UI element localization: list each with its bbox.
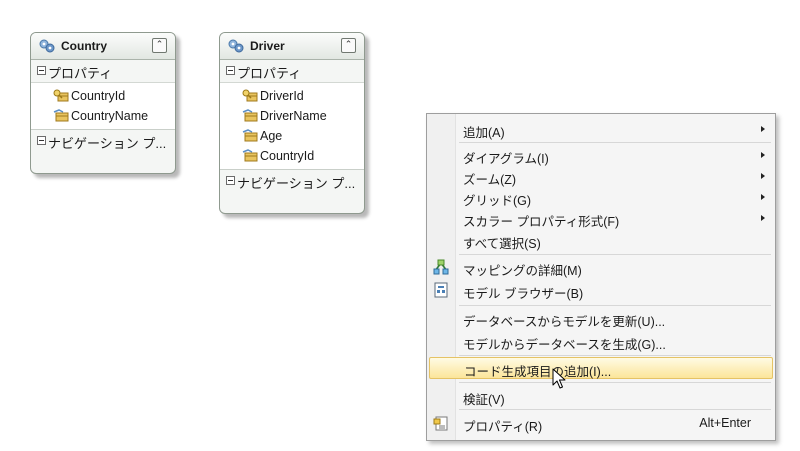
property-icon (242, 129, 258, 142)
menu-separator (459, 409, 771, 410)
properties-section-header[interactable]: プロパティ (31, 60, 175, 82)
menu-item-mapping-details[interactable]: マッピングの詳細(M) (429, 256, 773, 278)
properties-section-header[interactable]: プロパティ (220, 60, 364, 82)
entity-type-icon (39, 39, 55, 53)
shortcut-label: Alt+Enter (699, 416, 751, 430)
entity-property[interactable]: Age (220, 126, 364, 146)
context-menu: 追加(A) ダイアグラム(I) ズーム(Z) グリッド(G) スカラー プロパテ… (426, 113, 776, 441)
submenu-arrow-icon (761, 126, 765, 132)
menu-item-select-all[interactable]: すべて選択(S) (429, 229, 773, 251)
menu-item-update-model-from-database[interactable]: データベースからモデルを更新(U)... (429, 307, 773, 329)
entity-header[interactable]: Driver ⌃ (220, 33, 364, 60)
menu-separator (459, 382, 771, 383)
collapse-minus-icon[interactable] (226, 176, 235, 185)
navigation-section-header[interactable]: ナビゲーション プ... (31, 130, 175, 154)
submenu-arrow-icon (761, 152, 765, 158)
entity-title: Country (61, 39, 107, 53)
entity-property[interactable]: DriverName (220, 106, 364, 126)
submenu-arrow-icon (761, 173, 765, 179)
menu-separator (459, 142, 771, 143)
menu-separator (459, 355, 771, 356)
menu-separator (459, 254, 771, 255)
entity-title: Driver (250, 39, 285, 53)
menu-separator (459, 305, 771, 306)
key-property-icon (242, 89, 258, 102)
collapse-icon[interactable]: ⌃ (341, 38, 356, 53)
collapse-minus-icon[interactable] (226, 66, 235, 75)
menu-item-add-code-generation-item[interactable]: コード生成項目の追加(I)... (429, 357, 773, 379)
submenu-arrow-icon (761, 194, 765, 200)
entity-property[interactable]: CountryId (31, 86, 175, 106)
properties-icon (433, 416, 448, 431)
collapse-minus-icon[interactable] (37, 136, 46, 145)
mouse-pointer-icon (552, 368, 566, 389)
entity-property[interactable]: CountryName (31, 106, 175, 126)
menu-item-diagram[interactable]: ダイアグラム(I) (429, 144, 773, 166)
entity-country[interactable]: Country ⌃ プロパティ CountryId CountryName ナビ… (30, 32, 176, 174)
mapping-details-icon (433, 259, 449, 275)
property-icon (242, 109, 258, 122)
key-property-icon (53, 89, 69, 102)
entity-header[interactable]: Country ⌃ (31, 33, 175, 60)
submenu-arrow-icon (761, 215, 765, 221)
menu-item-add[interactable]: 追加(A) (429, 118, 773, 140)
property-icon (53, 109, 69, 122)
property-icon (242, 149, 258, 162)
collapse-icon[interactable]: ⌃ (152, 38, 167, 53)
menu-item-generate-database-from-model[interactable]: モデルからデータベースを生成(G)... (429, 330, 773, 352)
menu-item-zoom[interactable]: ズーム(Z) (429, 165, 773, 187)
navigation-section-header[interactable]: ナビゲーション プ... (220, 170, 364, 194)
entity-driver[interactable]: Driver ⌃ プロパティ DriverId DriverName Age C… (219, 32, 365, 214)
menu-item-validate[interactable]: 検証(V) (429, 385, 773, 407)
menu-item-scalar-property-format[interactable]: スカラー プロパティ形式(F) (429, 207, 773, 229)
menu-item-model-browser[interactable]: モデル ブラウザー(B) (429, 279, 773, 301)
properties-list: DriverId DriverName Age CountryId (220, 82, 364, 170)
model-browser-icon (434, 282, 448, 298)
entity-property[interactable]: DriverId (220, 86, 364, 106)
menu-item-grid[interactable]: グリッド(G) (429, 186, 773, 208)
collapse-minus-icon[interactable] (37, 66, 46, 75)
properties-list: CountryId CountryName (31, 82, 175, 130)
entity-property[interactable]: CountryId (220, 146, 364, 166)
menu-item-properties[interactable]: プロパティ(R) Alt+Enter (429, 412, 773, 434)
entity-type-icon (228, 39, 244, 53)
